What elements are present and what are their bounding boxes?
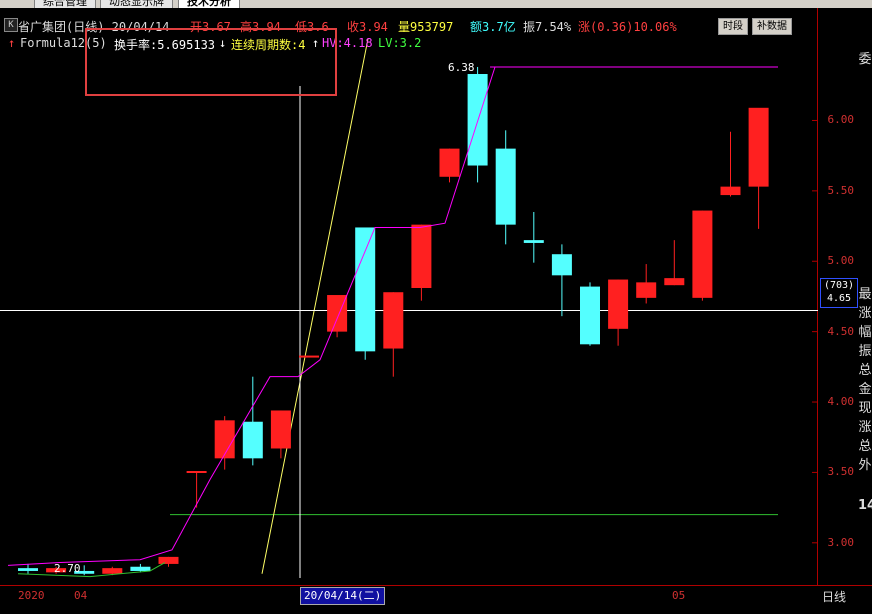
candle-body [692,210,713,298]
candle-body [748,107,769,187]
y-tick-label: 4.50 [827,324,855,338]
selected-date: 20/04/14(二) [300,587,386,605]
highlight-box [85,28,337,96]
candle-body [102,568,123,574]
crosshair-price-tag: (703) 4.65 [820,278,858,308]
candle-body [495,148,516,225]
y-tick-label: 3.50 [827,465,855,479]
right-panel-char: 振 [858,344,872,359]
right-panel-char: 外 [858,458,872,473]
formula-arrow-icon: ↑ [8,36,16,50]
tab-overview[interactable]: 综合管理 [34,0,96,8]
date-axis: 2020 04 20/04/14(二) 05 日线 [0,585,872,614]
x-label-may: 05 [672,589,686,602]
trend-line [261,38,369,574]
candle-body [664,278,685,286]
y-tick-label: 4.00 [827,395,855,409]
crosshair-price: 4.65 [826,293,852,304]
candle-body [158,556,179,564]
x-label-april: 04 [74,589,88,602]
right-panel-char: 幅 [858,325,872,340]
zigzag-line [7,66,496,566]
tab-dynamic-board[interactable]: 动态显示牌 [100,0,173,8]
right-panel-char: 金 [858,382,872,397]
candle-body [383,292,404,349]
high-annotation: 6.38 [448,61,475,74]
right-panel-char: 涨 [858,306,872,321]
time-period-button[interactable]: 时段 [718,18,748,35]
candle-body [299,355,319,358]
candle-body [608,279,629,329]
candle-body [523,240,544,243]
candle-body [242,421,263,459]
crosshair-volume: (703) [823,280,855,291]
candle-body [270,410,291,449]
tab-technical-analysis[interactable]: 技术分析 [178,0,240,8]
right-panel-char: 委 [858,52,872,67]
candle-body [439,148,460,177]
right-panel-char: 现 [858,401,872,416]
right-panel-char: 总 [858,363,872,378]
candle-body [130,566,151,571]
right-panel-char: 涨 [858,420,872,435]
low-annotation: 2.70 [54,562,81,575]
volume: 量953797 [398,20,454,34]
candle-body [551,254,572,276]
candle-body [636,282,657,298]
candle-body [580,286,600,345]
y-tick-label: 3.00 [827,535,855,549]
candle-body [18,568,38,571]
chart-area[interactable]: 6.38 2.70 K 省广集团(日线) 20/04/14 开3.67 高3.94… [0,8,818,585]
period-label[interactable]: 日线 [822,588,846,605]
y-tick-label: 5.50 [827,183,855,197]
candle-body [411,224,432,288]
amount: 额3.7亿 [470,20,516,34]
y-tick-label: 5.00 [827,254,855,268]
candle-body [214,420,235,459]
candle-body [186,471,207,474]
right-panel-char: 总 [858,439,872,454]
y-tick-label: 6.00 [827,113,855,127]
amplitude: 振7.54% [523,20,572,34]
top-tab-bar: 综合管理 动态显示牌 技术分析 [0,0,872,8]
right-panel-char: 最 [858,287,872,302]
restore-data-button[interactable]: 补数据 [752,18,792,35]
change-percent: 涨(0.36)10.06% [578,20,677,34]
candle-body [720,186,741,196]
k-button[interactable]: K [4,18,18,32]
candle-body [355,227,376,352]
right-info-panel: 委最涨幅振总金现涨总外 14 [858,8,872,613]
close-price: 收3.94 [347,20,388,34]
right-panel-char: 14 [858,498,872,513]
x-label-year: 2020 [18,589,45,602]
lv-value: LV:3.2 [378,36,422,50]
